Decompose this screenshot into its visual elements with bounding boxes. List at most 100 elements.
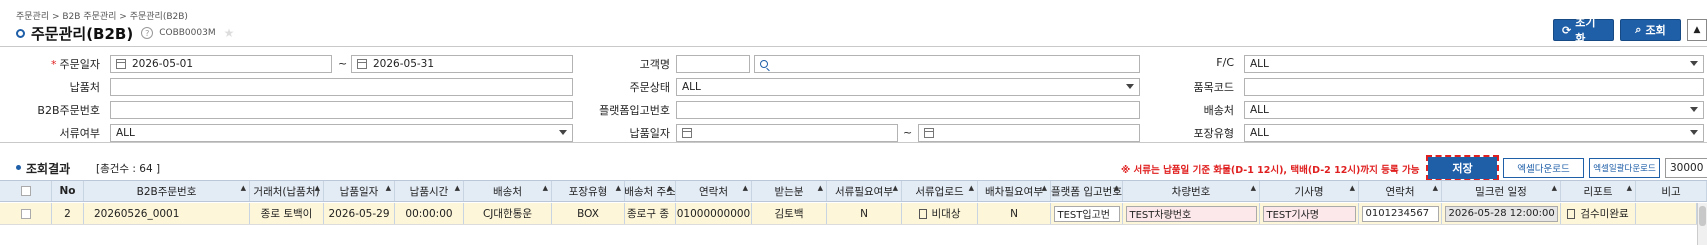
favorite-star-icon[interactable]: ★ (224, 26, 235, 40)
platform-receipt-no-label: 플랫폼입고번호 (599, 104, 670, 117)
vehicle-no-input[interactable]: TEST차량번호 (1125, 205, 1257, 222)
document-deadline-notice: ※ 서류는 납품일 기준 화물(D-1 12시), 택배(D-2 12시)까지 … (1121, 165, 1420, 176)
cell-doc-required: N (827, 203, 902, 224)
delivery-date-to-field[interactable] (918, 124, 1140, 142)
page-title: 주문관리(B2B) (31, 24, 134, 43)
document-flag-select[interactable]: ALL (110, 124, 573, 142)
chevron-down-icon (559, 130, 567, 135)
help-icon[interactable]: ? (141, 27, 154, 39)
calendar-icon[interactable] (682, 128, 692, 138)
title-bullet-icon (16, 28, 25, 38)
cell-milkrun[interactable]: 2026-05-28 12:00:00 (1442, 203, 1561, 224)
header-receiver[interactable]: 받는분 ▲ (752, 181, 827, 201)
excel-download-button[interactable]: 엑셀다운로드 (1503, 158, 1584, 178)
order-date-from-field[interactable]: 2026-05-01 (110, 55, 332, 73)
header-delivery-date[interactable]: 납품일자 ▲ (324, 181, 395, 201)
header-driver[interactable]: 기사명 ▲ (1260, 181, 1359, 201)
driver-phone-input[interactable]: 0101234567 (1361, 205, 1439, 222)
sort-icon: ▲ (615, 184, 621, 192)
fc-select[interactable]: ALL (1244, 55, 1704, 73)
customer-search-field[interactable] (754, 55, 1140, 73)
calendar-icon[interactable] (357, 59, 367, 69)
cell-driver[interactable]: TEST기사명 (1260, 203, 1359, 224)
reset-button[interactable]: ⟳ 초기화 (1553, 16, 1614, 45)
sort-icon: ▲ (666, 184, 672, 192)
header-no[interactable]: No (52, 181, 84, 201)
sort-icon: ▲ (542, 184, 548, 192)
package-type-select[interactable]: ALL (1244, 124, 1704, 142)
cell-report[interactable]: 검수미완료 (1561, 203, 1636, 224)
delivery-point-select[interactable]: ALL (1244, 101, 1704, 119)
header-delivery-time[interactable]: 납품시간 ▲ (395, 181, 464, 201)
calendar-icon[interactable] (924, 128, 934, 138)
header-doc-upload[interactable]: 서류업로드 ▲ (902, 181, 978, 201)
document-icon (1567, 208, 1576, 219)
delivery-date-from-field[interactable] (676, 124, 898, 142)
header-customer[interactable]: 거래처(납품처) ▲ (250, 181, 324, 201)
header-milkrun[interactable]: 밀크런 일정 ▲ (1442, 181, 1561, 201)
save-button[interactable]: 저장 (1426, 155, 1499, 181)
b2b-order-no-field[interactable] (110, 101, 573, 119)
supplier-field[interactable] (110, 78, 573, 96)
chevron-down-icon (1690, 61, 1698, 66)
cell-doc-upload[interactable]: 비대상 (902, 203, 978, 224)
screen-code: COBB0003M (159, 28, 216, 38)
cell-dispatch-required: N (978, 203, 1051, 224)
header-remark[interactable]: 비고 (1636, 181, 1707, 201)
milkrun-date-input[interactable]: 2026-05-28 12:00:00 (1444, 205, 1558, 222)
header-select-all[interactable] (0, 181, 52, 201)
cell-driver-phone[interactable]: 0101234567 (1359, 203, 1442, 224)
header-report[interactable]: 리포트 ▲ (1561, 181, 1636, 201)
header-phone[interactable]: 연락처 ▲ (676, 181, 752, 201)
order-date-to-field[interactable]: 2026-05-31 (351, 55, 573, 73)
cell-package-type: BOX (552, 203, 625, 224)
customer-label: 고객명 (639, 58, 670, 71)
document-flag-label: 서류여부 (59, 127, 100, 140)
refresh-icon: ⟳ (1562, 23, 1572, 37)
header-doc-required[interactable]: 서류필요여부 ▲ (827, 181, 902, 201)
cell-address: 종로구 종 (625, 203, 676, 224)
driver-name-input[interactable]: TEST기사명 (1262, 205, 1356, 222)
platform-receipt-no-input[interactable]: TEST입고번 (1053, 205, 1120, 222)
item-code-label: 품목코드 (1193, 81, 1234, 94)
header-driver-phone[interactable]: 연락처 ▲ (1359, 181, 1442, 201)
cell-vehicle-no[interactable]: TEST차량번호 (1123, 203, 1260, 224)
header-delivery-point[interactable]: 배송처 ▲ (464, 181, 552, 201)
date-range-separator: ~ (903, 126, 913, 139)
result-toolbar: 조회결과 [총건수 : 64 ] ※ 서류는 납품일 기준 화물(D-1 12시… (0, 155, 1707, 181)
header-package-type[interactable]: 포장유형 ▲ (552, 181, 625, 201)
cell-b2b-order-no: 20260526_0001 (84, 203, 250, 224)
order-status-select[interactable]: ALL (676, 78, 1140, 96)
search-button[interactable]: ⌕ 조회 (1620, 19, 1681, 41)
top-button-group: ⟳ 초기화 ⌕ 조회 ▲ (1553, 16, 1707, 45)
excel-bulk-download-button[interactable]: 엑셀일괄다운로드 (1589, 158, 1660, 178)
sort-icon: ▲ (742, 184, 748, 192)
header-vehicle-no[interactable]: 차량번호 ▲ (1123, 181, 1260, 201)
sort-icon: ▲ (240, 184, 246, 192)
scrollbar-thumb[interactable] (1699, 206, 1706, 226)
calendar-icon[interactable] (116, 59, 126, 69)
cell-phone: 01000000000 (676, 203, 752, 224)
header-b2b-order-no[interactable]: B2B주문번호 ▲ (84, 181, 250, 201)
table-row[interactable]: 2 20260526_0001 종로 토백이 2026-05-29 00:00:… (0, 203, 1707, 225)
breadcrumb: 주문관리 > B2B 주문관리 > 주문관리(B2B) (16, 12, 188, 22)
row-checkbox[interactable] (20, 208, 31, 219)
sort-icon: ▲ (1041, 184, 1047, 192)
select-all-checkbox[interactable] (20, 186, 31, 196)
customer-code-field[interactable] (676, 55, 750, 73)
header-dispatch-required[interactable]: 배차필요여부 ▲ (978, 181, 1051, 201)
sort-icon: ▲ (1113, 184, 1119, 192)
collapse-button[interactable]: ▲ (1687, 19, 1707, 41)
cell-platform-receipt-no[interactable]: TEST입고번 (1051, 203, 1123, 224)
result-bullet-icon (16, 165, 21, 170)
item-code-field[interactable] (1244, 78, 1704, 96)
page-size-field[interactable]: 30000 (1665, 158, 1707, 178)
header-platform-receipt-no[interactable]: 플랫폼 입고번호 ▲ (1051, 181, 1123, 201)
result-count: [총건수 : 64 ] (96, 163, 161, 175)
document-icon (918, 208, 927, 219)
search-icon[interactable] (760, 60, 768, 68)
header-address[interactable]: 배송처 주소 ▲ (625, 181, 676, 201)
row-select[interactable] (0, 203, 52, 224)
grid-vertical-scrollbar[interactable] (1697, 203, 1707, 245)
platform-receipt-no-field[interactable] (676, 101, 1140, 119)
